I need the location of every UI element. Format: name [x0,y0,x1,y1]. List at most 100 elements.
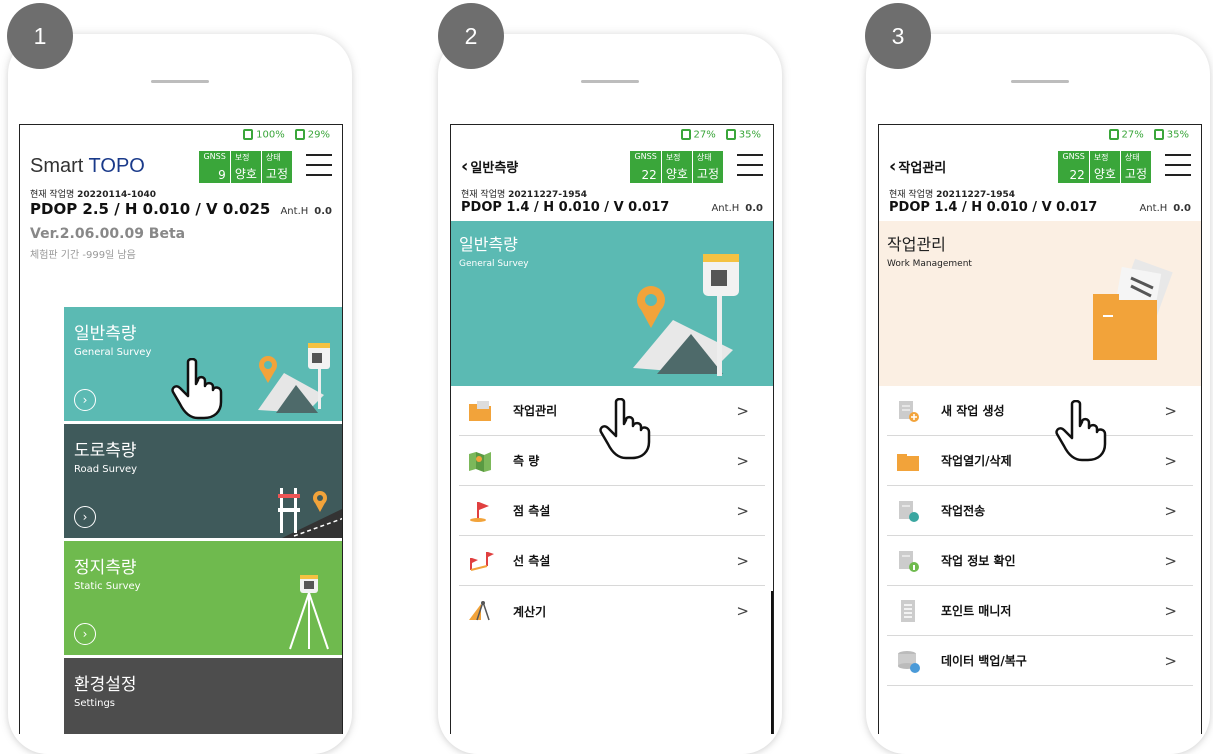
list-item-job-transfer[interactable]: 작업전송 > [887,486,1193,536]
signal-indicator: 100% [243,129,285,141]
tripod-illustration-icon [289,575,329,650]
gnss-value: 22 [641,168,657,182]
pdop-line: PDOP 1.4 / H 0.010 / V 0.017 Ant.H 0.0 [461,200,763,215]
pdop-line: PDOP 1.4 / H 0.010 / V 0.017 Ant.H 0.0 [889,200,1191,215]
hamburger-menu-icon[interactable] [1165,154,1191,176]
list-item-label: 작업전송 [941,504,986,518]
survey-illustration-icon [633,254,739,376]
state-value: 고정 [265,167,288,181]
list-item-label: 새 작업 생성 [941,404,1005,418]
job-label: 현재 작업명 [461,190,506,200]
correction-value: 양호 [1093,167,1116,181]
state-value: 고정 [696,167,719,181]
correction-cell: 보정양호 [1090,151,1121,183]
app-title: Smart TOPO [30,155,145,178]
list-item-job-info[interactable]: 작업 정보 확인 > [887,536,1193,586]
battery-icon [1153,129,1164,141]
chevron-right-icon[interactable]: › [74,506,96,528]
status-bar: 100% 29% [20,125,342,145]
back-button[interactable]: ‹ 일반측량 [461,156,518,177]
gnss-status-panel[interactable]: GNSS 22 보정 양호 상태 고정 [630,151,723,183]
hamburger-menu-icon[interactable] [306,154,332,176]
tile-title: 도로측량 [74,441,137,461]
tile-settings[interactable]: 환경설정 Settings ✱ [64,658,342,734]
tap-hand-icon [171,358,223,420]
antenna-height: Ant.H 0.0 [711,203,763,214]
state-cell: 상태 고정 [1121,151,1151,183]
tile-subtitle: Settings [74,698,116,709]
ant-value: 0.0 [745,203,763,214]
job-info: 현재 작업명 20211227-1954 PDOP 1.4 / H 0.010 … [879,187,1201,215]
hero-title: 작업관리 [887,235,946,254]
folder-illustration-icon [1093,258,1173,360]
status-bar: 27% 35% [879,125,1201,145]
job-info: 현재 작업명 20211227-1954 PDOP 1.4 / H 0.010 … [451,187,773,215]
chevron-right-icon: > [736,401,749,420]
ant-label: Ant.H [280,206,309,217]
chevron-right-icon[interactable]: › [74,623,96,645]
pdop-value: PDOP 1.4 / H 0.010 / V 0.017 [461,200,670,215]
chevron-right-icon: > [1164,651,1177,670]
list-item-label: 계산기 [513,604,547,619]
list-item-label: 점 측설 [513,504,551,518]
scrollbar[interactable] [771,591,773,734]
chevron-right-icon: > [1164,501,1177,520]
tile-static-survey[interactable]: 정지측량 Static Survey › [64,541,342,655]
job-line: 현재 작업명 20220114-1040 [30,187,332,200]
antenna-height: Ant.H 0.0 [1139,203,1191,214]
map-icon [465,448,495,474]
correction-cell: 보정 양호 [662,151,693,183]
chevron-right-icon[interactable]: › [74,389,96,411]
list-item-point-manager[interactable]: 포인트 매니저 > [887,586,1193,636]
version-text: Ver.2.06.00.09 Beta [30,226,186,242]
gnss-status-panel[interactable]: GNSS 22 보정양호 상태 고정 [1058,151,1151,183]
list-item-calculator[interactable]: 계산기 > [459,586,765,636]
antenna-height: Ant.H 0.0 [280,206,332,217]
correction-cell: 보정 양호 [231,151,262,183]
list-item-label: 작업열기/삭제 [941,454,1012,468]
signal-indicator: 27% [680,129,716,141]
signal-value: 27% [693,129,716,141]
chevron-right-icon: > [1164,401,1177,420]
job-label: 현재 작업명 [889,190,934,200]
battery-icon [294,129,305,141]
step-badge-2: 2 [438,3,504,69]
chevron-left-icon: ‹ [889,155,897,177]
gnss-cell: GNSS 22 [1058,151,1090,183]
ant-label: Ant.H [711,203,740,214]
list-item-line-stakeout[interactable]: 선 측설 > [459,536,765,586]
app-header: Smart TOPO GNSS 9 보정 양호 상태 고정 [20,145,342,187]
list-item-new-job[interactable]: 새 작업 생성 > [887,386,1193,436]
list-item-point-stakeout[interactable]: 점 측설 > [459,486,765,536]
info-document-icon [893,548,923,574]
job-info: 현재 작업명 20220114-1040 PDOP 2.5 / H 0.010 … [20,187,342,218]
state-cell: 상태고정 [693,151,723,183]
back-button[interactable]: ‹ 작업관리 [889,156,946,177]
correction-label: 보정 [1093,153,1109,162]
hero-banner: 일반측량 General Survey [451,221,773,386]
list-item-data-backup[interactable]: 데이터 백업/복구 > [887,636,1193,686]
folder-icon [465,398,495,424]
job-name: 20211227-1954 [508,190,588,200]
tile-road-survey[interactable]: 도로측량 Road Survey › [64,424,342,538]
gnss-status-panel[interactable]: GNSS 9 보정 양호 상태 고정 [199,151,292,183]
header-title: 일반측량 [470,160,519,176]
list-document-icon [893,598,923,624]
calculator-icon [465,598,495,624]
speaker [151,80,209,83]
pdop-value: PDOP 2.5 / H 0.010 / V 0.025 [30,200,271,218]
hamburger-menu-icon[interactable] [737,154,763,176]
job-name: 20211227-1954 [936,190,1016,200]
flag-icon [465,498,495,524]
state-label: 상태 [696,153,712,162]
screen-job-management: 27% 35% ‹ 작업관리 GNSS 22 보정 양호 상태 고정 현재 작업명 20… [878,124,1202,734]
pdop-value: PDOP 1.4 / H 0.010 / V 0.017 [889,200,1098,215]
signal-icon [1108,129,1119,141]
signal-indicator: 27% [1108,129,1144,141]
chevron-right-icon: > [736,501,749,520]
ant-value: 0.0 [314,206,332,217]
tile-title: 환경설정 [74,675,137,695]
job-label: 현재 작업명 [30,190,75,200]
list-item-label: 포인트 매니저 [941,604,1012,618]
list-item-open-delete[interactable]: 작업열기/삭제 > [887,436,1193,486]
